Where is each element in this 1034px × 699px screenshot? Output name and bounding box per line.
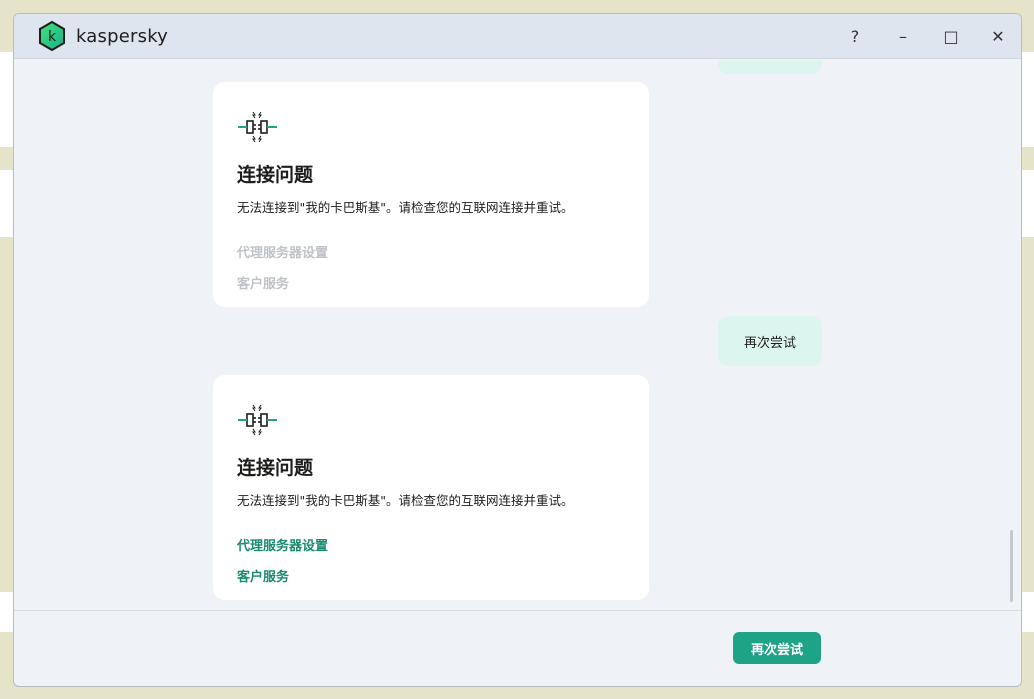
- retry-button[interactable]: 再次尝试: [733, 632, 821, 664]
- scrollbar[interactable]: [1010, 530, 1013, 602]
- title-bar: k kaspersky ? – □ ✕: [14, 14, 1021, 59]
- footer: 再次尝试: [14, 610, 1021, 686]
- kaspersky-logo-icon: k: [39, 21, 65, 51]
- maximize-button[interactable]: □: [927, 14, 975, 59]
- user-bubble: 再次尝试: [718, 316, 822, 366]
- logo: k kaspersky: [38, 21, 168, 51]
- app-window: k kaspersky ? – □ ✕ 连接问题 无法连接到"我的卡巴斯基"。请…: [13, 13, 1022, 687]
- brand-name: kaspersky: [76, 25, 169, 47]
- connection-broken-icon: [238, 404, 277, 436]
- connection-broken-icon: [238, 111, 277, 143]
- proxy-settings-link[interactable]: 代理服务器设置: [237, 535, 625, 554]
- svg-text:k: k: [48, 29, 57, 45]
- error-text: 无法连接到"我的卡巴斯基"。请检查您的互联网连接并重试。: [237, 493, 574, 508]
- error-title: 连接问题: [237, 457, 314, 479]
- close-button[interactable]: ✕: [974, 14, 1021, 59]
- customer-service-link[interactable]: 客户服务: [237, 566, 625, 585]
- customer-service-link: 客户服务: [237, 277, 290, 292]
- help-button[interactable]: ?: [831, 14, 879, 59]
- proxy-settings-link: 代理服务器设置: [237, 246, 329, 261]
- minimize-button[interactable]: –: [879, 14, 927, 59]
- error-text: 无法连接到"我的卡巴斯基"。请检查您的互联网连接并重试。: [237, 200, 574, 215]
- error-card: 连接问题 无法连接到"我的卡巴斯基"。请检查您的互联网连接并重试。 代理服务器设…: [213, 375, 649, 600]
- user-bubble-partial: [718, 60, 822, 74]
- error-title: 连接问题: [237, 164, 314, 186]
- error-card: 连接问题 无法连接到"我的卡巴斯基"。请检查您的互联网连接并重试。 代理服务器设…: [213, 82, 649, 307]
- chat-area: 连接问题 无法连接到"我的卡巴斯基"。请检查您的互联网连接并重试。 代理服务器设…: [14, 60, 1021, 610]
